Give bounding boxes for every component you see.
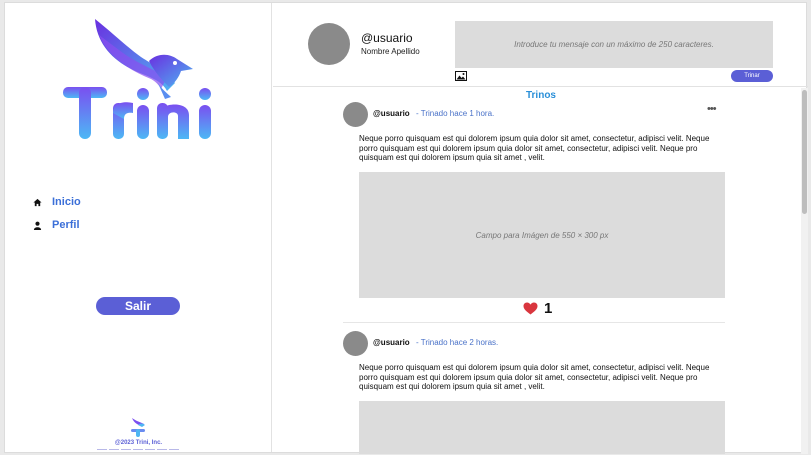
like-count: 1 — [544, 300, 553, 317]
trini-logo — [63, 19, 211, 139]
more-options-icon[interactable]: ••• — [707, 103, 717, 115]
logout-button[interactable]: Salir — [96, 297, 180, 315]
post-image-placeholder: Campo para Imágen de 550 × 300 px — [359, 172, 725, 298]
composer-username: @usuario — [361, 31, 413, 45]
trini-small-logo — [131, 418, 145, 437]
sidebar-item-inicio[interactable]: Inicio — [33, 196, 81, 208]
image-icon[interactable] — [455, 71, 467, 81]
footer-links-line — [96, 449, 181, 450]
post-username[interactable]: @usuario — [373, 109, 410, 118]
post-avatar — [343, 102, 368, 127]
composer: @usuario Nombre Apellido Trinar — [273, 3, 808, 87]
post-divider — [343, 322, 725, 323]
post-username[interactable]: @usuario — [373, 338, 410, 347]
sidebar-item-label: Perfil — [52, 219, 80, 231]
user-icon — [33, 221, 42, 230]
footer-links — [5, 448, 272, 452]
post-timestamp: - Trinado hace 1 hora. — [416, 109, 495, 118]
sidebar-item-perfil[interactable]: Perfil — [33, 219, 80, 231]
tab-trinos[interactable]: Trinos — [513, 90, 569, 101]
feed: Trinos @usuario - Trinado hace 1 hora. •… — [273, 88, 808, 454]
heart-icon — [523, 302, 538, 315]
sidebar: Inicio Perfil Salir @2023 Trini, Inc. — [5, 3, 272, 452]
home-icon — [33, 198, 42, 206]
avatar — [308, 23, 350, 65]
composer-full-name: Nombre Apellido — [361, 47, 420, 56]
scrollbar[interactable] — [801, 88, 808, 454]
like-button[interactable]: 1 — [523, 300, 552, 317]
post-image-placeholder — [359, 401, 725, 454]
app-window: Inicio Perfil Salir @2023 Trini, Inc. @u… — [4, 2, 808, 454]
post-text: Neque porro quisquam est qui dolorem ips… — [359, 363, 710, 391]
post-timestamp: - Trinado hace 2 horas. — [416, 338, 499, 347]
post-text: Neque porro quisquam est qui dolorem ips… — [359, 134, 710, 162]
scrollbar-thumb[interactable] — [802, 90, 807, 214]
trinar-button[interactable]: Trinar — [731, 70, 773, 82]
sidebar-item-label: Inicio — [52, 196, 81, 208]
copyright: @2023 Trini, Inc. — [114, 440, 163, 446]
message-input[interactable] — [455, 21, 773, 68]
post-avatar — [343, 331, 368, 356]
